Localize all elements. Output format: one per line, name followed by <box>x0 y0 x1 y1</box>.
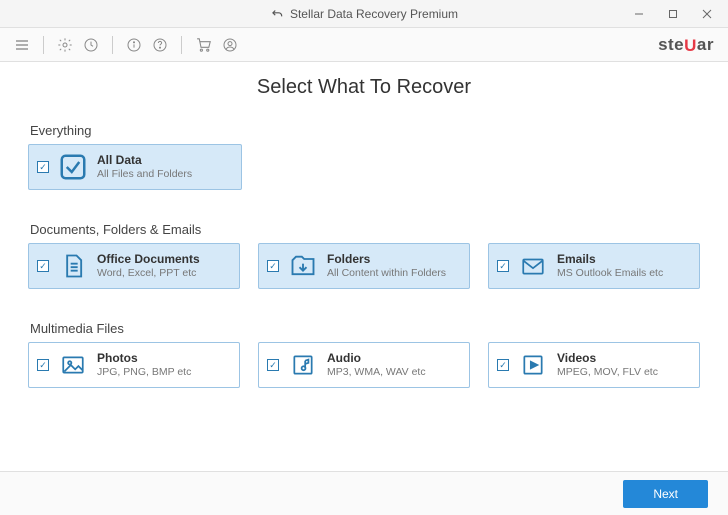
card-sub: MPEG, MOV, FLV etc <box>557 366 658 379</box>
card-title: Audio <box>327 351 426 366</box>
section-label-media: Multimedia Files <box>30 321 700 336</box>
checkbox-videos[interactable]: ✓ <box>497 359 509 371</box>
next-button[interactable]: Next <box>623 480 708 508</box>
section-label-everything: Everything <box>30 123 700 138</box>
card-all-data[interactable]: ✓ All Data All Files and Folders <box>28 144 242 190</box>
card-title: All Data <box>97 153 192 168</box>
checkbox-audio[interactable]: ✓ <box>267 359 279 371</box>
checkbox-folders[interactable]: ✓ <box>267 260 279 272</box>
section-label-docs: Documents, Folders & Emails <box>30 222 700 237</box>
card-sub: Word, Excel, PPT etc <box>97 267 200 280</box>
card-title: Emails <box>557 252 663 267</box>
card-sub: All Content within Folders <box>327 267 446 280</box>
window-minimize-button[interactable] <box>622 0 656 28</box>
footer: Next <box>0 471 728 515</box>
card-folders[interactable]: ✓ Folders All Content within Folders <box>258 243 470 289</box>
card-title: Folders <box>327 252 446 267</box>
checkbox-all-data[interactable]: ✓ <box>37 161 49 173</box>
card-title: Photos <box>97 351 191 366</box>
card-office-documents[interactable]: ✓ Office Documents Word, Excel, PPT etc <box>28 243 240 289</box>
help-icon[interactable] <box>152 37 168 53</box>
user-icon[interactable] <box>222 37 238 53</box>
card-photos[interactable]: ✓ Photos JPG, PNG, BMP etc <box>28 342 240 388</box>
app-back-icon <box>270 7 284 21</box>
card-emails[interactable]: ✓ Emails MS Outlook Emails etc <box>488 243 700 289</box>
brand-logo: steUar <box>658 35 714 55</box>
card-audio[interactable]: ✓ Audio MP3, WMA, WAV etc <box>258 342 470 388</box>
card-sub: MS Outlook Emails etc <box>557 267 663 280</box>
folder-download-icon <box>287 250 319 282</box>
toolbar-separator <box>43 36 44 54</box>
titlebar: Stellar Data Recovery Premium <box>0 0 728 28</box>
checkbox-photos[interactable]: ✓ <box>37 359 49 371</box>
main-content: Select What To Recover Everything ✓ All … <box>0 62 728 471</box>
history-icon[interactable] <box>83 37 99 53</box>
gear-icon[interactable] <box>57 37 73 53</box>
check-large-icon <box>57 151 89 183</box>
card-sub: All Files and Folders <box>97 168 192 181</box>
document-icon <box>57 250 89 282</box>
info-icon[interactable] <box>126 37 142 53</box>
toolbar-separator <box>181 36 182 54</box>
menu-icon[interactable] <box>14 37 30 53</box>
image-icon <box>57 349 89 381</box>
card-title: Office Documents <box>97 252 200 267</box>
cart-icon[interactable] <box>195 36 212 53</box>
toolbar: steUar <box>0 28 728 62</box>
card-videos[interactable]: ✓ Videos MPEG, MOV, FLV etc <box>488 342 700 388</box>
window-maximize-button[interactable] <box>656 0 690 28</box>
card-sub: JPG, PNG, BMP etc <box>97 366 191 379</box>
card-sub: MP3, WMA, WAV etc <box>327 366 426 379</box>
checkbox-emails[interactable]: ✓ <box>497 260 509 272</box>
envelope-icon <box>517 250 549 282</box>
window-title: Stellar Data Recovery Premium <box>290 7 458 21</box>
page-title: Select What To Recover <box>28 76 700 99</box>
window-close-button[interactable] <box>690 0 724 28</box>
card-title: Videos <box>557 351 658 366</box>
music-note-icon <box>287 349 319 381</box>
play-icon <box>517 349 549 381</box>
checkbox-office[interactable]: ✓ <box>37 260 49 272</box>
toolbar-separator <box>112 36 113 54</box>
